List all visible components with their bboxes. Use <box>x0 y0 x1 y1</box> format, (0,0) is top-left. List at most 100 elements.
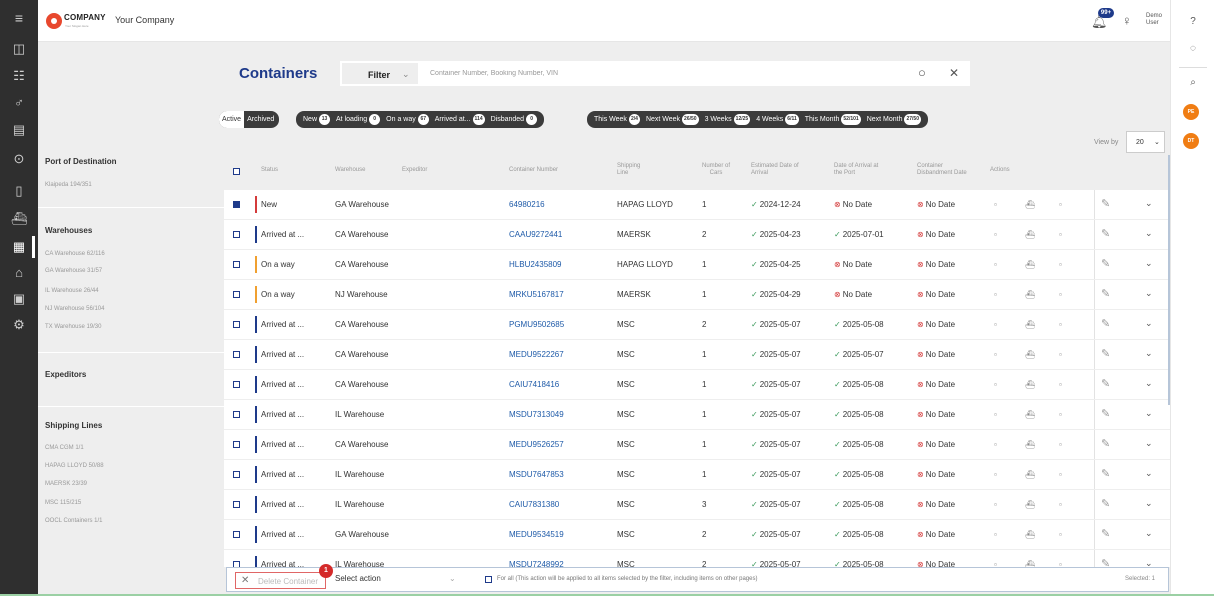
user-badge-dt[interactable]: DT <box>1183 133 1199 149</box>
tab-archived[interactable]: Archived <box>244 111 277 128</box>
container-number-link[interactable]: MSDU7647853 <box>509 460 564 489</box>
row-checkbox[interactable] <box>233 201 240 208</box>
document-icon[interactable]: ▫ <box>994 500 997 509</box>
clipboard-icon[interactable]: ▫ <box>1059 290 1062 299</box>
ship-icon[interactable]: ⛴ <box>1025 380 1035 389</box>
row-checkbox[interactable] <box>233 471 240 478</box>
calculator-icon[interactable]: ▣ <box>9 290 29 308</box>
filter-item[interactable]: GA Warehouse 31/57 <box>45 268 102 274</box>
header-shipping-line[interactable]: Shipping Line <box>617 150 651 190</box>
table-row[interactable]: Arrived at ... IL Warehouse MSDU7313049 MSC… <box>224 400 1170 429</box>
header-warehouse[interactable]: Warehouse <box>335 150 365 190</box>
chevron-down-icon[interactable]: ⌄ <box>1145 438 1153 449</box>
user-badge-pe[interactable]: PE <box>1183 104 1199 120</box>
pencil-icon[interactable]: ✎ <box>1101 527 1110 540</box>
pencil-icon[interactable]: ✎ <box>1101 317 1110 330</box>
buildings-icon[interactable]: ▤ <box>9 121 29 139</box>
clipboard-icon[interactable]: ▫ <box>1059 560 1062 567</box>
table-row[interactable]: Arrived at ... CA Warehouse PGMU9502685 MSC… <box>224 310 1170 339</box>
chevron-down-icon[interactable]: ⌄ <box>1145 318 1153 329</box>
time-filter-chip[interactable]: Next Month 27/50 <box>864 111 924 128</box>
document-icon[interactable]: ▫ <box>994 440 997 449</box>
search-icon[interactable]: ⌕ <box>1185 75 1201 91</box>
clipboard-icon[interactable]: ▫ <box>1059 530 1062 539</box>
table-row[interactable]: On a way NJ Warehouse MRKU5167817 MAERSK 1 ✓︎… <box>224 280 1170 309</box>
table-scrollbar[interactable] <box>1168 155 1170 405</box>
time-filter-chip[interactable]: This Month 52/101 <box>802 111 864 128</box>
chat-icon[interactable]: ◌ <box>1185 41 1201 57</box>
clipboard-icon[interactable]: ▫ <box>1059 200 1062 209</box>
document-icon[interactable]: ▫ <box>994 530 997 539</box>
row-checkbox[interactable] <box>233 231 240 238</box>
container-number-link[interactable]: MSDU7313049 <box>509 400 564 429</box>
clipboard-icon[interactable]: ▫ <box>1059 260 1062 269</box>
users-icon[interactable]: ♂ <box>9 94 29 112</box>
delete-container-button[interactable]: ✕ Delete Container <box>235 572 326 589</box>
user-icon[interactable]: ♀ <box>1122 13 1132 28</box>
header-status[interactable]: Status <box>261 150 278 190</box>
status-filter-chip[interactable]: At loading 0 <box>333 111 383 128</box>
table-row[interactable]: Arrived at ... IL Warehouse MSDU7647853 MSC… <box>224 460 1170 489</box>
table-row[interactable]: Arrived at ... CA Warehouse CAIU7418416 MSC… <box>224 370 1170 399</box>
warehouse-icon[interactable]: ⌂ <box>9 264 29 282</box>
row-checkbox[interactable] <box>233 411 240 418</box>
container-number-link[interactable]: CAIU7418416 <box>509 370 559 399</box>
ship-icon[interactable]: ⛴ <box>1025 290 1035 299</box>
help-icon[interactable]: ? <box>1185 14 1201 30</box>
filter-item[interactable]: OOCL Containers 1/1 <box>45 518 102 524</box>
chevron-down-icon[interactable]: ⌄ <box>1145 258 1153 269</box>
hamburger-icon[interactable]: ≡ <box>9 9 29 27</box>
search-icon[interactable]: ○ <box>918 65 926 80</box>
pencil-icon[interactable]: ✎ <box>1101 467 1110 480</box>
pencil-icon[interactable]: ✎ <box>1101 197 1110 210</box>
select-action-dropdown[interactable]: Select action <box>335 574 381 583</box>
gear-icon[interactable]: ⚙ <box>9 316 29 334</box>
clipboard-icon[interactable]: ▫ <box>1059 320 1062 329</box>
for-all-checkbox[interactable] <box>485 576 492 583</box>
pencil-icon[interactable]: ✎ <box>1101 257 1110 270</box>
select-all-checkbox[interactable] <box>233 168 240 175</box>
pencil-icon[interactable]: ✎ <box>1101 407 1110 420</box>
chevron-down-icon[interactable]: ⌄ <box>1145 348 1153 359</box>
pencil-icon[interactable]: ✎ <box>1101 227 1110 240</box>
list-icon[interactable]: ☷ <box>9 67 29 85</box>
row-checkbox[interactable] <box>233 261 240 268</box>
chevron-down-icon[interactable]: ⌄ <box>1145 288 1153 299</box>
header-container-number[interactable]: Container Number <box>509 150 558 190</box>
search-input[interactable] <box>430 66 900 81</box>
table-row[interactable]: Arrived at ... CA Warehouse MEDU9522267 MSC… <box>224 340 1170 369</box>
tab-active[interactable]: Active <box>219 111 245 128</box>
ship-icon[interactable]: ⛴ <box>9 210 29 228</box>
chevron-down-icon[interactable]: ⌄ <box>1145 528 1153 539</box>
ship-icon[interactable]: ⛴ <box>1025 260 1035 269</box>
row-checkbox[interactable] <box>233 531 240 538</box>
pencil-icon[interactable]: ✎ <box>1101 287 1110 300</box>
chevron-down-icon[interactable]: ⌄ <box>449 574 456 583</box>
clipboard-icon[interactable]: ▫ <box>1059 380 1062 389</box>
container-number-link[interactable]: HLBU2435809 <box>509 250 561 279</box>
ship-icon[interactable]: ⛴ <box>1025 230 1035 239</box>
clipboard-icon[interactable]: ▫ <box>1059 410 1062 419</box>
chevron-down-icon[interactable]: ⌄ <box>1145 378 1153 389</box>
pencil-icon[interactable]: ✎ <box>1101 497 1110 510</box>
status-filter-chip[interactable]: Arrived at... 114 <box>432 111 488 128</box>
table-row[interactable]: Arrived at ... IL Warehouse CAIU7831380 MSC… <box>224 490 1170 519</box>
dashboard-icon[interactable]: ◫ <box>9 40 29 58</box>
clipboard-icon[interactable]: ▫ <box>1059 470 1062 479</box>
row-checkbox[interactable] <box>233 381 240 388</box>
header-number-of-cars[interactable]: Number of Cars <box>700 150 732 190</box>
row-checkbox[interactable] <box>233 291 240 298</box>
container-number-link[interactable]: MSDU7248992 <box>509 550 564 567</box>
filter-item[interactable]: NJ Warehouse 56/104 <box>45 306 104 312</box>
pencil-icon[interactable]: ✎ <box>1101 557 1110 567</box>
container-number-link[interactable]: MEDU9534519 <box>509 520 564 549</box>
ship-icon[interactable]: ⛴ <box>1025 500 1035 509</box>
filter-item[interactable]: MAERSK 23/39 <box>45 481 87 487</box>
clipboard-icon[interactable]: ▫ <box>1059 500 1062 509</box>
filter-item[interactable]: CA Warehouse 62/116 <box>45 251 105 257</box>
container-number-link[interactable]: PGMU9502685 <box>509 310 564 339</box>
clipboard-icon[interactable]: ▫ <box>1059 350 1062 359</box>
container-number-link[interactable]: CAIU7831380 <box>509 490 559 519</box>
header-expeditor[interactable]: Expeditor <box>402 150 427 190</box>
ship-icon[interactable]: ⛴ <box>1025 440 1035 449</box>
